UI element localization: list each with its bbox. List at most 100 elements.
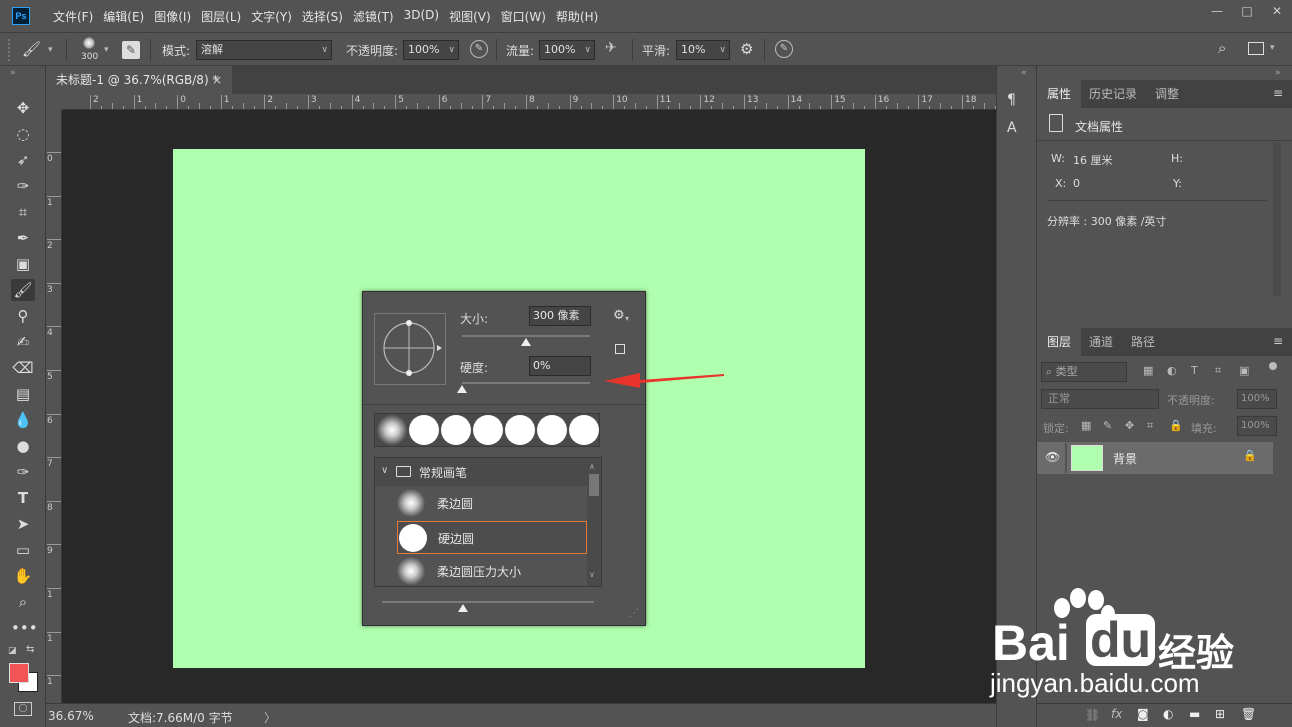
swap-colors-icon[interactable]: ⇆ bbox=[26, 644, 34, 655]
menu-help[interactable]: 帮助(H) bbox=[551, 8, 603, 25]
type-tool-icon[interactable]: T bbox=[11, 487, 35, 509]
opacity-input[interactable]: 100% ∨ bbox=[403, 40, 459, 60]
blur-tool-icon[interactable]: 💧 bbox=[11, 409, 35, 431]
scrollbar[interactable]: ∧ ∨ bbox=[587, 458, 601, 586]
menu-edit[interactable]: 编辑(E) bbox=[98, 8, 149, 25]
fx-icon[interactable]: fx bbox=[1111, 707, 1122, 721]
blend-mode-select[interactable]: 正常 bbox=[1041, 389, 1159, 409]
zoom-level[interactable]: 36.67% bbox=[48, 709, 94, 723]
lock-artboard-icon[interactable]: ⌗ bbox=[1147, 419, 1153, 433]
crop-tool-icon[interactable]: ⌗ bbox=[11, 201, 35, 223]
fill-input[interactable]: 100% bbox=[1237, 416, 1277, 436]
shape-filter-icon[interactable]: ⌗ bbox=[1215, 364, 1221, 378]
lock-pixels-icon[interactable]: ▦ bbox=[1081, 419, 1091, 432]
panel-menu-icon[interactable]: ≡ bbox=[1273, 334, 1283, 348]
gear-icon[interactable]: ⚙ bbox=[613, 308, 625, 323]
size-slider-thumb[interactable] bbox=[521, 338, 531, 346]
menu-3d[interactable]: 3D(D) bbox=[399, 8, 444, 25]
eraser-tool-icon[interactable]: ⌫ bbox=[11, 357, 35, 379]
brush-item-soft-pressure[interactable]: 柔边圆压力大小 bbox=[397, 556, 587, 586]
hand-tool-icon[interactable]: ✋ bbox=[11, 565, 35, 587]
type-filter-icon[interactable]: T bbox=[1191, 364, 1198, 377]
gear-icon[interactable]: ⚙ bbox=[740, 40, 753, 58]
zoom-tool-icon[interactable]: ⌕ bbox=[11, 591, 35, 613]
pressure-size-icon[interactable]: ✎ bbox=[775, 40, 793, 58]
maximize-button[interactable]: □ bbox=[1232, 0, 1262, 22]
menu-filter[interactable]: 滤镜(T) bbox=[348, 8, 399, 25]
airbrush-icon[interactable]: ✈ bbox=[605, 40, 625, 60]
brush-tool-icon[interactable]: 🖌 bbox=[11, 279, 35, 301]
quick-mask-icon[interactable]: ◯ bbox=[14, 702, 32, 716]
eyedropper-tool-icon[interactable]: ✒ bbox=[11, 227, 35, 249]
more-tools-icon[interactable]: ••• bbox=[11, 617, 38, 639]
minimize-button[interactable]: — bbox=[1202, 0, 1232, 22]
brush-item-soft-round[interactable]: 柔边圆 bbox=[397, 487, 587, 519]
layer-opacity-input[interactable]: 100% bbox=[1237, 389, 1277, 409]
lock-all-icon[interactable]: 🔒 bbox=[1169, 419, 1183, 432]
thumbnail-size-thumb[interactable] bbox=[458, 604, 468, 612]
tab-layers[interactable]: 图层 bbox=[1037, 328, 1082, 356]
history-brush-icon[interactable]: ✍ bbox=[11, 331, 35, 353]
foreground-color-swatch[interactable] bbox=[9, 663, 29, 683]
recent-brush-hard[interactable] bbox=[569, 415, 599, 445]
mode-select[interactable]: 溶解 ∨ bbox=[196, 40, 332, 60]
paragraph-icon[interactable]: ¶ bbox=[1007, 92, 1016, 108]
size-slider-track[interactable] bbox=[462, 335, 590, 337]
chevron-up-icon[interactable]: ∧ bbox=[589, 462, 595, 471]
mask-icon[interactable]: ◙ bbox=[1137, 707, 1149, 721]
hardness-slider-thumb[interactable] bbox=[457, 385, 467, 393]
recent-brush-hard[interactable] bbox=[505, 415, 535, 445]
patch-tool-icon[interactable]: ▣ bbox=[11, 253, 35, 275]
close-icon[interactable]: × bbox=[212, 66, 222, 94]
menu-type[interactable]: 文字(Y) bbox=[246, 8, 297, 25]
tab-channels[interactable]: 通道 bbox=[1079, 328, 1123, 356]
menu-file[interactable]: 文件(F) bbox=[48, 8, 98, 25]
brush-preset-picker[interactable]: 300 bbox=[78, 37, 102, 63]
character-icon[interactable]: A bbox=[1007, 120, 1017, 136]
recent-brush-hard[interactable] bbox=[537, 415, 567, 445]
trash-icon[interactable]: 🗑 bbox=[1241, 707, 1256, 721]
marquee-tool-icon[interactable]: ◌ bbox=[11, 123, 35, 145]
width-value[interactable]: 16 厘米 bbox=[1073, 152, 1113, 168]
path-select-icon[interactable]: ➤ bbox=[11, 513, 35, 535]
brush-item-hard-round[interactable]: 硬边圆 bbox=[397, 521, 587, 554]
menu-view[interactable]: 视图(V) bbox=[444, 8, 496, 25]
workspace-icon[interactable] bbox=[1248, 42, 1264, 55]
lock-position-icon[interactable]: ✥ bbox=[1125, 419, 1134, 432]
document-tab[interactable]: 未标题-1 @ 36.7%(RGB/8) * × bbox=[46, 66, 232, 94]
layer-filter-select[interactable]: ⌕ 类型 bbox=[1041, 362, 1127, 382]
tab-history[interactable]: 历史记录 bbox=[1079, 80, 1147, 108]
close-button[interactable]: ✕ bbox=[1262, 0, 1292, 22]
pressure-opacity-icon[interactable]: ✎ bbox=[470, 40, 488, 58]
default-colors-icon[interactable]: ◪ bbox=[8, 646, 17, 656]
rectangle-tool-icon[interactable]: ▭ bbox=[11, 539, 35, 561]
dodge-tool-icon[interactable]: ● bbox=[11, 435, 35, 457]
recent-brush-hard[interactable] bbox=[473, 415, 503, 445]
lock-paint-icon[interactable]: ✎ bbox=[1103, 419, 1112, 432]
brush-tool-icon[interactable]: 🖌 bbox=[22, 40, 46, 60]
adjustment-layer-icon[interactable]: ◐ bbox=[1163, 707, 1173, 721]
brush-group-header[interactable]: ∨ 常规画笔 bbox=[375, 458, 587, 486]
brush-settings-icon[interactable]: ✎ bbox=[122, 41, 140, 59]
tab-paths[interactable]: 路径 bbox=[1121, 328, 1165, 356]
collapse-icon[interactable]: « bbox=[1021, 68, 1027, 78]
move-tool-icon[interactable]: ✥ bbox=[11, 97, 35, 119]
scrollbar[interactable] bbox=[1273, 142, 1281, 296]
recent-brush-hard[interactable] bbox=[441, 415, 471, 445]
pen-tool-icon[interactable]: ✑ bbox=[11, 461, 35, 483]
menu-window[interactable]: 窗口(W) bbox=[496, 8, 551, 25]
quick-select-tool-icon[interactable]: ✑ bbox=[11, 175, 35, 197]
recent-brush-hard[interactable] bbox=[409, 415, 439, 445]
chevron-down-icon[interactable]: ∨ bbox=[589, 570, 595, 579]
collapse-icon[interactable]: » bbox=[1275, 68, 1281, 78]
tab-properties[interactable]: 属性 bbox=[1037, 80, 1082, 108]
smoothing-input[interactable]: 10% ∨ bbox=[676, 40, 730, 60]
filter-toggle[interactable] bbox=[1269, 362, 1277, 370]
stamp-tool-icon[interactable]: ⚲ bbox=[11, 305, 35, 327]
chevron-down-icon[interactable]: ▾ bbox=[104, 45, 109, 55]
x-value[interactable]: 0 bbox=[1073, 177, 1080, 190]
collapse-icon[interactable]: » bbox=[10, 68, 16, 78]
recent-brush-soft[interactable] bbox=[377, 415, 407, 445]
smart-filter-icon[interactable]: ▣ bbox=[1239, 364, 1249, 377]
brush-angle-preview[interactable] bbox=[374, 313, 446, 385]
